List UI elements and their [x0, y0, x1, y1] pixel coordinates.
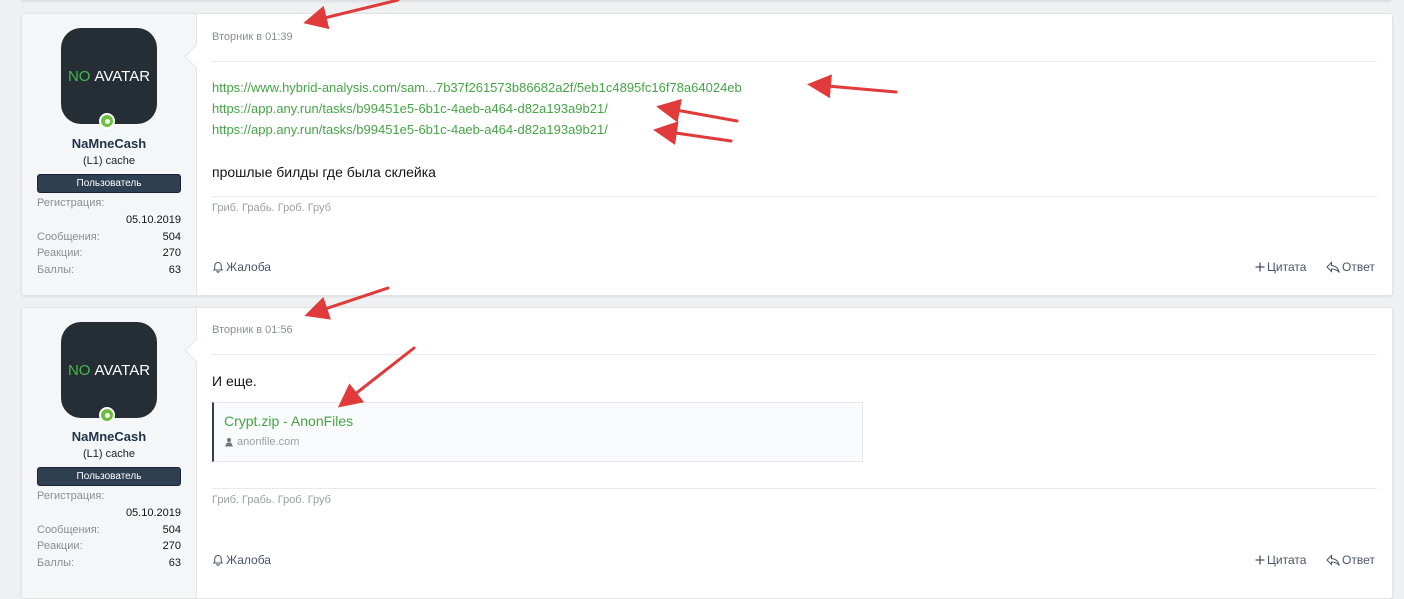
points-count: 63: [168, 556, 181, 569]
username[interactable]: NaMneCash: [22, 429, 196, 444]
bell-icon: [212, 261, 224, 273]
divider: [212, 354, 1377, 355]
plus-icon: [1255, 262, 1265, 272]
user-stats: Регистрация: 05.10.2019 Сообщения: 504 Ре…: [37, 197, 181, 280]
avatar-no-text: NO: [67, 361, 91, 379]
reply-button[interactable]: Ответ: [1326, 553, 1375, 567]
points-label: Баллы:: [37, 263, 75, 276]
post: NO AVATAR NaMneCash (L1) cache Пользоват…: [21, 13, 1393, 296]
reply-label: Ответ: [1342, 553, 1375, 567]
user-banner: Пользователь: [37, 467, 181, 486]
online-status-icon: [99, 113, 115, 129]
post-text: И еще.: [212, 373, 257, 389]
quote-button[interactable]: Цитата: [1255, 260, 1306, 274]
signature: Гриб. Грабь. Гроб. Груб: [212, 202, 331, 214]
reactions-count: 270: [162, 247, 181, 259]
reactions-count: 270: [162, 540, 181, 552]
quote-button[interactable]: Цитата: [1255, 553, 1306, 567]
registration-date: 05.10.2019: [125, 506, 181, 519]
user-title: (L1) cache: [83, 155, 135, 167]
quote-label: Цитата: [1267, 260, 1307, 274]
reply-button[interactable]: Ответ: [1326, 260, 1375, 274]
reply-icon: [1326, 261, 1340, 273]
report-button[interactable]: Жалоба: [212, 553, 271, 567]
avatar[interactable]: NO AVATAR: [61, 322, 157, 418]
plus-icon: [1255, 555, 1265, 565]
post: NO AVATAR NaMneCash (L1) cache Пользоват…: [21, 307, 1393, 599]
post-text: прошлые билды где была склейка: [212, 164, 436, 180]
online-status-icon: [99, 407, 115, 423]
reply-label: Ответ: [1342, 260, 1375, 274]
avatar[interactable]: NO AVATAR: [61, 28, 157, 124]
messages-count: 504: [162, 230, 181, 243]
embed-title-link[interactable]: Crypt.zip - AnonFiles: [224, 413, 353, 429]
reactions-label: Реакции:: [37, 247, 83, 259]
messages-count: 504: [162, 523, 181, 536]
divider: [212, 61, 1377, 62]
report-button[interactable]: Жалоба: [212, 260, 271, 274]
registration-date: 05.10.2019: [125, 213, 181, 226]
messages-label: Сообщения:: [37, 523, 100, 536]
avatar-text: AVATAR: [94, 67, 151, 85]
previous-post-edge: [21, 0, 1391, 1]
registration-label: Регистрация:: [37, 490, 105, 502]
avatar-text: AVATAR: [94, 361, 151, 379]
report-label: Жалоба: [226, 553, 271, 567]
any-run-link-1[interactable]: https://app.any.run/tasks/b99451e5-6b1c-…: [212, 101, 608, 116]
report-label: Жалоба: [226, 260, 271, 274]
signature: Гриб. Грабь. Гроб. Груб: [212, 494, 331, 506]
registration-label: Регистрация:: [37, 197, 105, 209]
signature-divider: [212, 488, 1377, 489]
post-date-link[interactable]: Вторник в 01:39: [212, 31, 293, 43]
any-run-link-2[interactable]: https://app.any.run/tasks/b99451e5-6b1c-…: [212, 122, 608, 137]
post-date-link[interactable]: Вторник в 01:56: [212, 324, 293, 336]
reactions-label: Реакции:: [37, 540, 83, 552]
signature-divider: [212, 196, 1377, 197]
site-icon: [225, 438, 233, 447]
user-stats: Регистрация: 05.10.2019 Сообщения: 504 Ре…: [37, 490, 181, 573]
username[interactable]: NaMneCash: [22, 136, 196, 151]
post-main: Вторник в 01:56 И еще. Crypt.zip - AnonF…: [197, 308, 1392, 598]
user-cell: NO AVATAR NaMneCash (L1) cache Пользоват…: [22, 308, 209, 598]
embed-domain: anonfile.com: [224, 436, 299, 448]
user-title: (L1) cache: [83, 448, 135, 460]
avatar-no-text: NO: [67, 67, 91, 85]
hybrid-analysis-link[interactable]: https://www.hybrid-analysis.com/sam...7b…: [212, 80, 742, 95]
bell-icon: [212, 554, 224, 566]
quote-label: Цитата: [1267, 553, 1307, 567]
points-label: Баллы:: [37, 556, 75, 569]
points-count: 63: [168, 263, 181, 276]
reply-icon: [1326, 554, 1340, 566]
post-main: Вторник в 01:39 https://www.hybrid-analy…: [197, 14, 1392, 295]
user-cell: NO AVATAR NaMneCash (L1) cache Пользоват…: [22, 14, 209, 295]
embed-domain-text: anonfile.com: [237, 436, 300, 448]
user-banner: Пользователь: [37, 174, 181, 193]
link-embed[interactable]: Crypt.zip - AnonFiles anonfile.com: [212, 402, 863, 462]
messages-label: Сообщения:: [37, 230, 100, 243]
